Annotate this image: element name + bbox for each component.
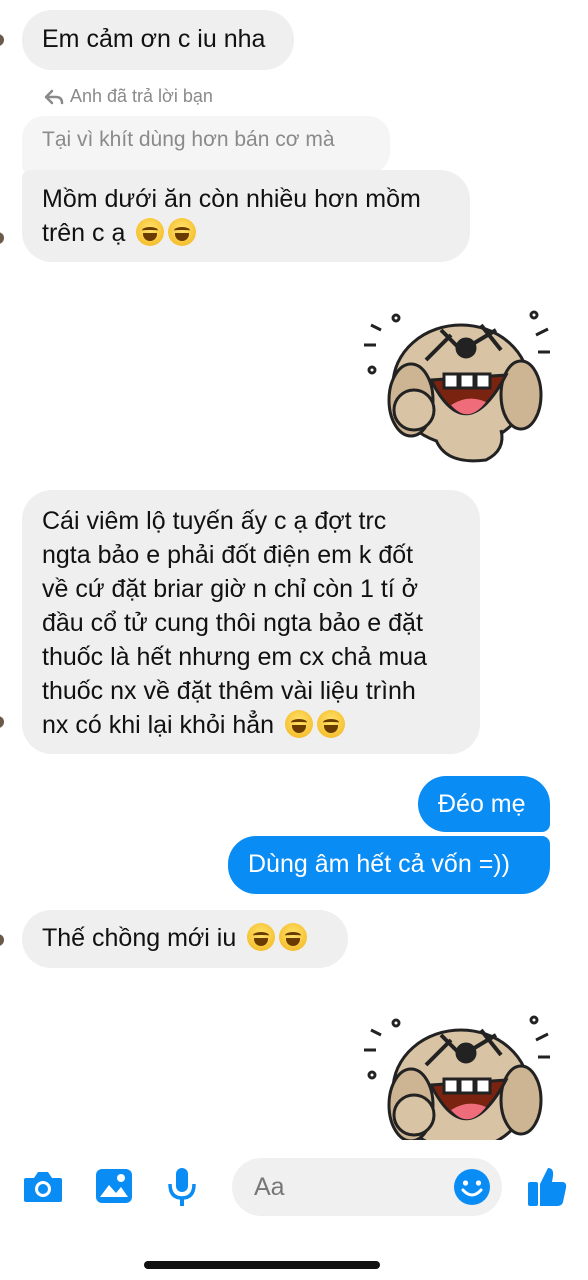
home-indicator	[144, 1261, 380, 1269]
message-composer: Aa	[0, 1140, 588, 1280]
emoji-button[interactable]	[450, 1165, 494, 1209]
message-text-line: ngta bảo e phải đốt điện em k đốt	[42, 541, 414, 569]
outgoing-message[interactable]: Đéo mẹ	[418, 776, 550, 832]
quoted-text: Tại vì khít dùng hơn bán cơ mà	[42, 128, 335, 151]
message-input-placeholder: Aa	[254, 1173, 285, 1201]
message-text-line: nx có khi lại khỏi hẳn	[42, 708, 460, 742]
message-text-line: về cứ đặt briar giờ n chỉ còn 1 tí ở	[42, 575, 419, 603]
thumbs-up-icon	[528, 1168, 567, 1206]
image-icon	[96, 1169, 132, 1203]
laughing-emoji-icon	[168, 218, 197, 246]
outgoing-message[interactable]: Dùng âm hết cả vốn =))	[228, 836, 550, 894]
message-text-line: trên c ạ	[42, 216, 450, 250]
incoming-message[interactable]: Thế chồng mới iu	[22, 910, 348, 968]
laughing-emoji-icon	[279, 923, 308, 951]
incoming-message[interactable]: Mồm dưới ăn còn nhiều hơn mồm trên c ạ	[22, 170, 470, 262]
voice-button[interactable]	[162, 1164, 202, 1210]
reply-arrow-icon	[44, 89, 64, 104]
like-button[interactable]	[524, 1162, 570, 1210]
reply-note-text: Anh đã trả lời bạn	[70, 86, 213, 106]
laughing-dog-sticker[interactable]	[356, 995, 556, 1145]
avatar	[0, 716, 4, 728]
message-text: Thế chồng mới iu	[42, 924, 237, 952]
microphone-icon	[168, 1168, 196, 1206]
laughing-dog-sticker[interactable]	[356, 290, 556, 470]
message-text: Đéo mẹ	[438, 790, 526, 818]
message-text: Em cảm ơn c iu nha	[42, 25, 266, 53]
emoji-icon	[454, 1169, 490, 1205]
avatar	[0, 232, 4, 244]
camera-button[interactable]	[20, 1164, 66, 1210]
avatar	[0, 934, 4, 946]
message-text: Dùng âm hết cả vốn =))	[248, 850, 510, 878]
camera-icon	[24, 1172, 62, 1202]
message-text-line: Cái viêm lộ tuyến ấy c ạ đợt trc	[42, 507, 387, 535]
quoted-message[interactable]: Tại vì khít dùng hơn bán cơ mà	[22, 116, 390, 174]
incoming-message[interactable]: Cái viêm lộ tuyến ấy c ạ đợt trc ngta bả…	[22, 490, 480, 754]
reply-indicator: Anh đã trả lời bạn	[44, 86, 213, 107]
incoming-message[interactable]: Em cảm ơn c iu nha	[22, 10, 294, 70]
message-text-line: thuốc nx về đặt thêm vài liệu trình	[42, 677, 416, 705]
avatar	[0, 34, 4, 46]
message-text: Mồm dưới ăn còn nhiều hơn mồm	[42, 185, 421, 213]
laughing-emoji-icon	[136, 218, 165, 246]
message-text-line: đầu cổ tử cung thôi ngta bảo e đặt	[42, 609, 423, 637]
laughing-emoji-icon	[285, 710, 314, 738]
laughing-emoji-icon	[247, 923, 276, 951]
message-text-line: thuốc là hết nhưng em cx chả mua	[42, 643, 428, 671]
gallery-button[interactable]	[92, 1164, 136, 1208]
laughing-emoji-icon	[317, 710, 346, 738]
